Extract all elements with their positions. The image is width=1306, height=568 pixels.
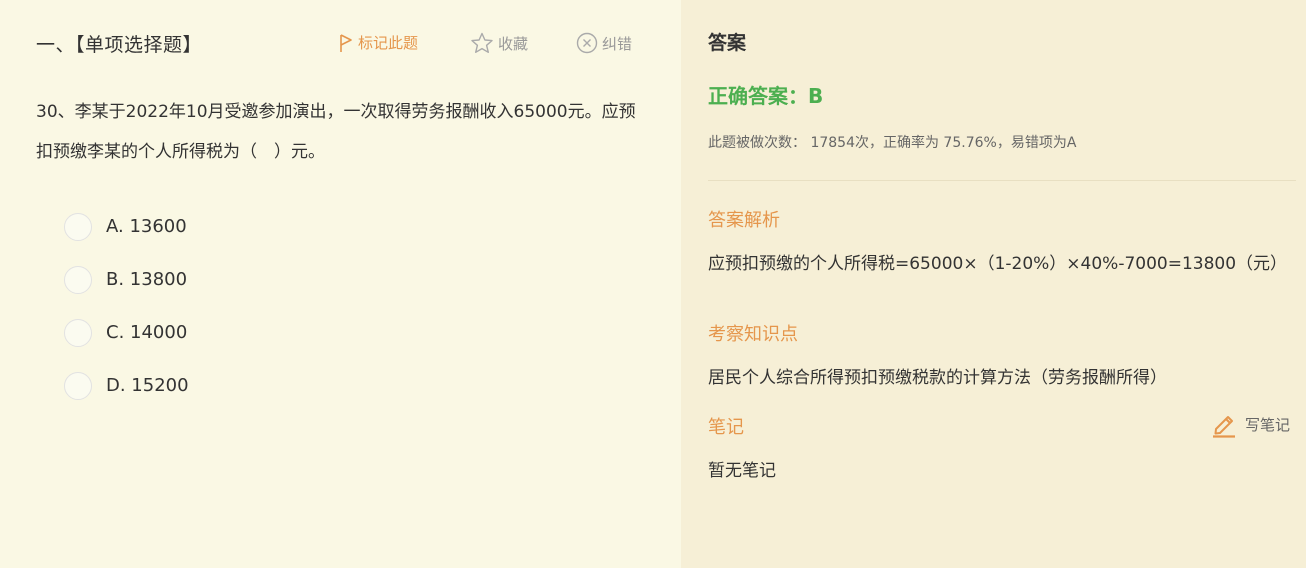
option-c-radio[interactable]: [64, 318, 92, 347]
analysis-text: 应预扣预缴的个人所得税=65000×（1-20%）×40%-7000=13800…: [708, 254, 1288, 274]
option-d[interactable]: D. 15200: [64, 359, 189, 412]
question-type-label: 一、【单项选择题】: [36, 34, 203, 56]
favorite-button[interactable]: 收藏: [470, 32, 528, 54]
star-icon: [471, 32, 493, 53]
answer-title: 答案: [708, 32, 747, 54]
option-a-radio[interactable]: [64, 212, 92, 241]
flag-icon: [340, 33, 352, 52]
mark-question-button[interactable]: 标记此题: [338, 32, 418, 53]
analysis-title: 答案解析: [708, 210, 780, 231]
option-d-label: D. 15200: [106, 375, 189, 396]
divider: [708, 180, 1296, 181]
option-c-label: C. 14000: [106, 322, 188, 343]
option-a-label: A. 13600: [106, 216, 187, 237]
pencil-icon: [1213, 416, 1235, 438]
option-b-radio[interactable]: [64, 265, 92, 294]
close-circle-icon: [576, 32, 598, 54]
write-note-button[interactable]: 写笔记: [1211, 410, 1290, 438]
option-b-label: B. 13800: [106, 269, 188, 290]
write-note-label: 写笔记: [1245, 415, 1291, 434]
answer-stats: 此题被做次数： 17854次，正确率为 75.76%，易错项为A: [708, 135, 1077, 151]
question-stem: 30、李某于2022年10月受邀参加演出，一次取得劳务报酬收入65000元。应预…: [36, 102, 636, 162]
option-c[interactable]: C. 14000: [64, 306, 189, 359]
mark-question-label: 标记此题: [358, 34, 419, 52]
option-b[interactable]: B. 13800: [64, 253, 189, 306]
knowledge-title: 考察知识点: [708, 324, 798, 345]
option-d-radio[interactable]: [64, 371, 92, 400]
question-panel: 一、【单项选择题】 标记此题 收藏 纠错 30、李某于2022年10月受邀参加演…: [0, 0, 681, 568]
option-a[interactable]: A. 13600: [64, 200, 189, 253]
options-list: A. 13600 B. 13800 C. 14000 D. 15200: [64, 200, 189, 412]
notes-title: 笔记: [708, 417, 744, 438]
question-header: 一、【单项选择题】 标记此题 收藏 纠错: [36, 28, 646, 60]
correct-answer: 正确答案：B: [708, 84, 824, 108]
favorite-label: 收藏: [498, 34, 529, 53]
report-error-button[interactable]: 纠错: [576, 32, 632, 54]
report-error-label: 纠错: [602, 34, 633, 53]
answer-panel: 答案 正确答案：B 此题被做次数： 17854次，正确率为 75.76%，易错项…: [681, 0, 1306, 568]
knowledge-text: 居民个人综合所得预扣预缴税款的计算方法（劳务报酬所得）: [708, 368, 1167, 388]
notes-text: 暂无笔记: [708, 461, 776, 481]
